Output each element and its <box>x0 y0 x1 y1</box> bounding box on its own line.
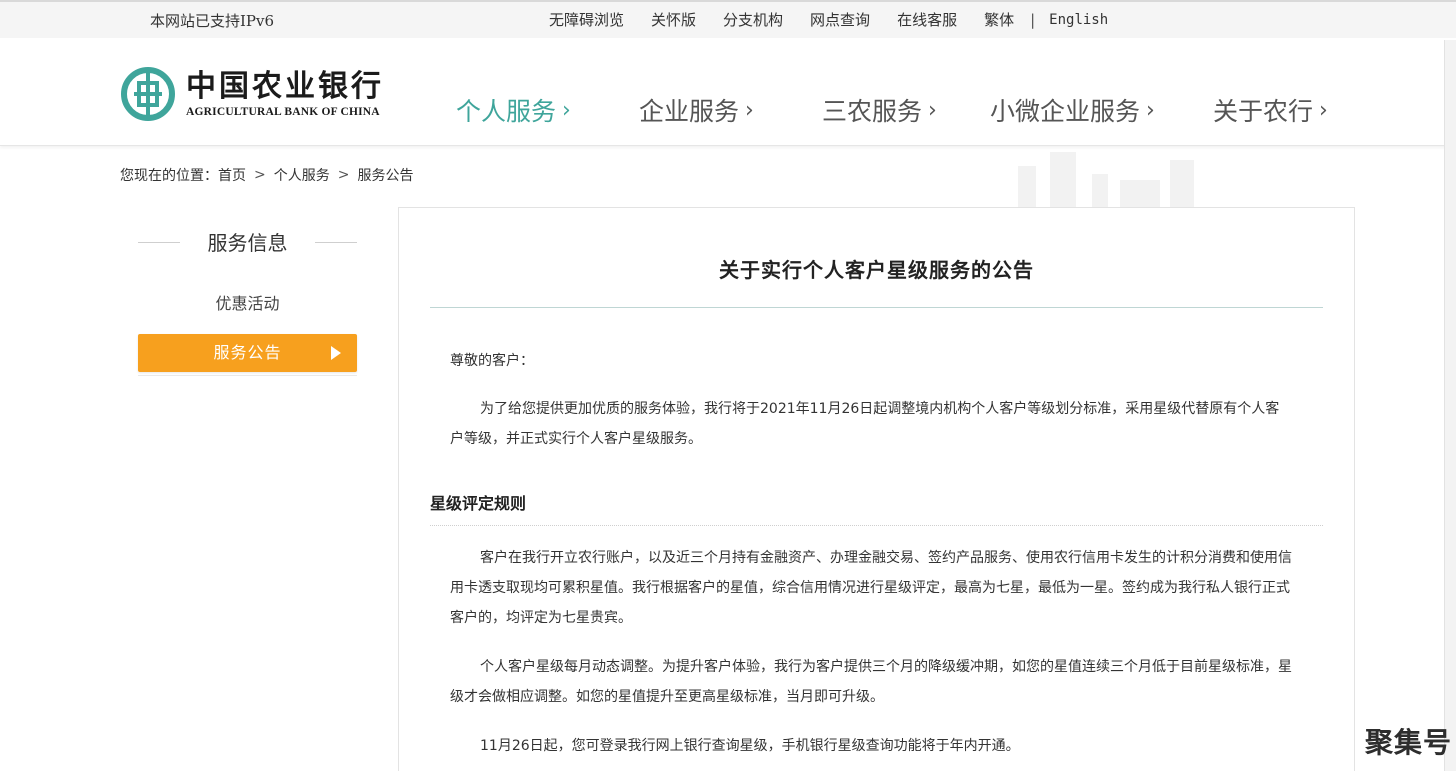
nav-label: 企业服务 <box>639 97 740 126</box>
breadcrumb-personal-link[interactable]: 个人服务 <box>274 165 330 185</box>
breadcrumb-separator: > <box>254 167 266 183</box>
article-paragraph-2: 个人客户星级每月动态调整。为提升客户体验，我行为客户提供三个月的降级缓冲期，如您… <box>450 659 1292 705</box>
breadcrumb-prefix: 您现在的位置： <box>120 168 218 184</box>
article-panel: 关于实行个人客户星级服务的公告 尊敬的客户： 为了给您提供更加优质的服务体验，我… <box>398 207 1355 771</box>
nav-label: 关于农行 <box>1213 97 1314 126</box>
sidebar-title: 服务信息 <box>138 222 357 264</box>
care-mode-link[interactable]: 关怀版 <box>651 9 696 30</box>
background-decoration <box>1010 148 1210 210</box>
top-utility-bar: 本网站已支持IPv6 无障碍浏览 关怀版 分支机构 网点查询 在线客服 繁体 |… <box>0 0 1456 38</box>
sidebar-item-label: 服务公告 <box>213 343 282 362</box>
scrollbar-track[interactable] <box>1444 40 1456 771</box>
article-paragraph-1: 客户在我行开立农行账户，以及近三个月持有金融资产、办理金融交易、签约产品服务、使… <box>450 550 1292 626</box>
main-navigation: 个人服务 › 企业服务 › 三农服务 › 小微企业服务 › 关于农行 › <box>0 92 1456 128</box>
english-link[interactable]: English <box>1049 12 1108 28</box>
traditional-chinese-link[interactable]: 繁体 <box>984 9 1014 30</box>
nav-sannong-services[interactable]: 三农服务 › <box>822 92 937 128</box>
chevron-right-icon: › <box>562 97 571 123</box>
nav-small-business-services[interactable]: 小微企业服务 › <box>990 92 1155 128</box>
accessibility-link[interactable]: 无障碍浏览 <box>549 9 624 30</box>
sidebar-item-announcements[interactable]: 服务公告 <box>138 334 357 372</box>
nav-label: 三农服务 <box>822 97 923 126</box>
watermark: 聚集号 <box>1364 726 1452 759</box>
article-paragraph-3: 11月26日起，您可登录我行网上银行查询星级，手机银行星级查询功能将于年内开通。 <box>480 738 1020 754</box>
breadcrumb-current[interactable]: 服务公告 <box>357 165 413 185</box>
chevron-right-icon: › <box>1146 97 1155 123</box>
nav-corporate-services[interactable]: 企业服务 › <box>639 92 754 128</box>
article-title: 关于实行个人客户星级服务的公告 <box>719 258 1034 282</box>
breadcrumb-separator: > <box>337 167 350 183</box>
nav-label: 个人服务 <box>456 97 557 126</box>
online-service-link[interactable]: 在线客服 <box>897 9 957 30</box>
title-divider <box>430 307 1323 308</box>
breadcrumb: 您现在的位置： 首页 > 个人服务 > 服务公告 <box>120 165 413 185</box>
site-header: 中国农业银行 AGRICULTURAL BANK OF CHINA 个人服务 ›… <box>0 38 1456 146</box>
nav-personal-services[interactable]: 个人服务 › <box>456 92 571 128</box>
nav-label: 小微企业服务 <box>990 97 1141 126</box>
article-intro: 为了给您提供更加优质的服务体验，我行将于2021年11月26日起调整境内机构个人… <box>450 401 1280 447</box>
sidebar-item-promotions[interactable]: 优惠活动 <box>138 290 357 318</box>
sidebar-divider <box>138 375 357 376</box>
article-greeting: 尊敬的客户： <box>450 353 534 369</box>
ipv6-notice: 本网站已支持IPv6 <box>150 12 275 30</box>
nav-about-abc[interactable]: 关于农行 › <box>1213 92 1328 128</box>
section-divider <box>430 525 1323 526</box>
play-arrow-icon <box>331 346 341 360</box>
breadcrumb-home-link[interactable]: 首页 <box>218 165 246 185</box>
top-links: 无障碍浏览 关怀版 分支机构 网点查询 在线客服 繁体 | English <box>549 9 1108 30</box>
sidebar: 服务信息 优惠活动 服务公告 <box>138 222 357 376</box>
outlet-query-link[interactable]: 网点查询 <box>810 9 870 30</box>
branches-link[interactable]: 分支机构 <box>723 9 783 30</box>
section-heading: 星级评定规则 <box>430 494 527 513</box>
link-separator: | <box>1030 10 1036 29</box>
chevron-right-icon: › <box>928 97 937 123</box>
chevron-right-icon: › <box>745 97 754 123</box>
chevron-right-icon: › <box>1319 97 1328 123</box>
